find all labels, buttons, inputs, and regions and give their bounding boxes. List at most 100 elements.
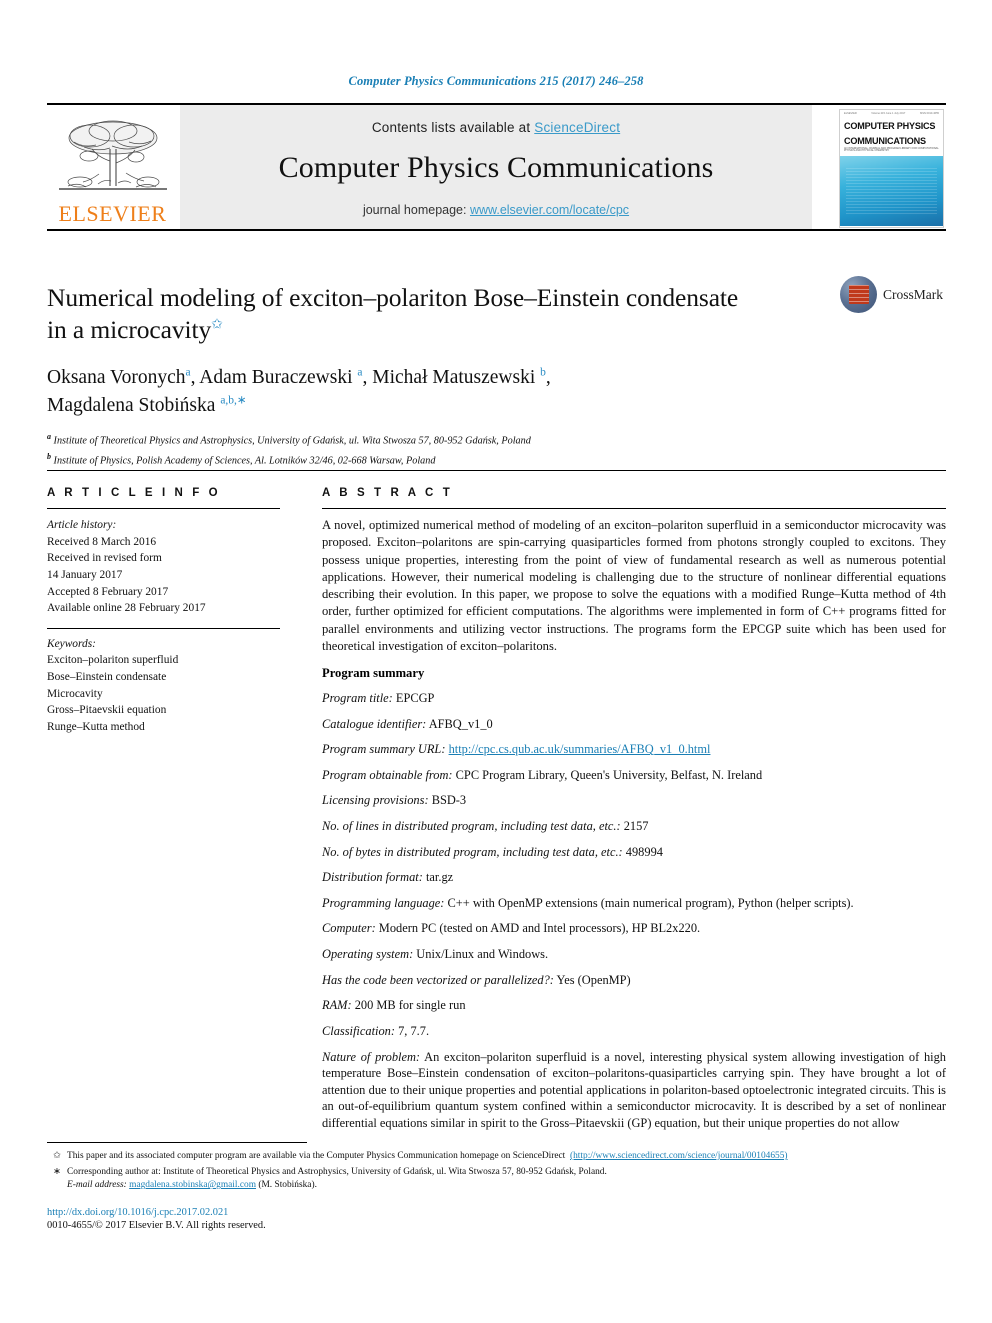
program-summary-value: 200 MB for single run [351, 998, 466, 1013]
program-summary-item: RAM: 200 MB for single run [322, 997, 946, 1014]
program-summary-label: Distribution format: [322, 870, 423, 885]
program-summary-label: Nature of problem: [322, 1049, 421, 1064]
program-summary-label: Operating system: [322, 947, 414, 962]
program-summary-value: Unix/Linux and Windows. [413, 947, 549, 962]
program-summary-value: 2157 [620, 819, 649, 834]
program-summary-label: Program summary URL: [322, 742, 446, 757]
crossmark-icon [840, 276, 877, 313]
contents-available-line: Contents lists available at ScienceDirec… [372, 120, 620, 135]
copyright-line: 0010-4655/© 2017 Elsevier B.V. All right… [47, 1219, 266, 1231]
program-summary-label: RAM: [322, 998, 352, 1013]
program-summary-label: Classification: [322, 1023, 395, 1038]
contents-prefix: Contents lists available at [371, 119, 535, 135]
keywords-rule [47, 627, 280, 629]
program-summary-item: Program title: EPCGP [322, 690, 946, 707]
crossmark-badge[interactable]: CrossMark [840, 276, 952, 313]
cover-tiny-left: ELSEVIER [844, 112, 857, 115]
program-summary-label: No. of bytes in distributed program, inc… [322, 844, 623, 859]
program-summary-value: Yes (OpenMP) [553, 972, 631, 987]
keyword-0: Exciton–polariton superfluid [47, 654, 179, 667]
program-summary-value: BSD-3 [428, 793, 467, 808]
article-info-heading: A R T I C L E I N F O [47, 487, 221, 499]
program-summary-item: Program summary URL: http://cpc.cs.qub.a… [322, 741, 946, 758]
title-footnote-mark[interactable]: ✩ [211, 318, 223, 333]
program-summary-item: Program obtainable from: CPC Program Lib… [322, 767, 946, 784]
program-summary-label: Catalogue identifier: [322, 716, 427, 731]
cover-tiny-line: ELSEVIER Volume 215 June 1 July 2017 ISS… [844, 112, 939, 116]
abstract-column: A B S T R A C T A novel, optimized numer… [322, 487, 946, 1141]
email-suffix: (M. Stobińska). [256, 1180, 317, 1191]
cover-title-line1: COMPUTER PHYSICS [844, 120, 936, 131]
journal-homepage-line: journal homepage: www.elsevier.com/locat… [363, 203, 629, 217]
email-link[interactable]: magdalena.stobinska@gmail.com [129, 1180, 256, 1190]
program-summary-item: No. of lines in distributed program, inc… [322, 818, 946, 835]
elsevier-logo: ELSEVIER [49, 111, 176, 225]
journal-cover-thumbnail: ELSEVIER Volume 215 June 1 July 2017 ISS… [839, 109, 944, 228]
article-info-rule [47, 508, 280, 509]
program-summary-value: AFBQ_v1_0 [426, 716, 493, 731]
program-summary-item: Catalogue identifier: AFBQ_v1_0 [322, 716, 946, 733]
doi-link[interactable]: http://dx.doi.org/10.1016/j.cpc.2017.02.… [47, 1207, 946, 1218]
program-summary-label: Has the code been vectorized or parallel… [322, 972, 554, 987]
affiliation-b-text: Institute of Physics, Polish Academy of … [53, 454, 436, 466]
elsevier-wordmark: ELSEVIER [58, 201, 167, 226]
page-title: Numerical modeling of exciton–polariton … [47, 282, 837, 346]
article-title-block: Numerical modeling of exciton–polariton … [47, 282, 837, 468]
journal-masthead: ELSEVIER Contents lists available at Sci… [47, 103, 946, 231]
program-summary-label: No. of lines in distributed program, inc… [322, 819, 621, 834]
keywords-label: Keywords: [47, 637, 96, 650]
homepage-prefix: journal homepage: [362, 202, 470, 217]
elsevier-tree-icon [58, 120, 167, 190]
affiliation-a: a Institute of Theoretical Physics and A… [47, 431, 531, 447]
journal-title: Computer Physics Communications [278, 150, 714, 184]
footnote-2-text: Corresponding author at: Institute of Th… [67, 1166, 607, 1177]
program-summary-item: Classification: 7, 7.7. [322, 1023, 946, 1040]
program-summary-item: Distribution format: tar.gz [322, 869, 946, 886]
abstract-text: A novel, optimized numerical method of m… [322, 518, 946, 653]
journal-homepage-link[interactable]: www.elsevier.com/locate/cpc [470, 203, 629, 217]
program-summary-value: CPC Program Library, Queen's University,… [452, 767, 763, 782]
program-summary-value: 498994 [622, 844, 663, 859]
abstract-heading: A B S T R A C T [322, 487, 453, 499]
program-summary-item: No. of bytes in distributed program, inc… [322, 844, 946, 861]
article-history-2: 14 January 2017 [47, 568, 123, 581]
paper-page: Computer Physics Communications 215 (201… [0, 0, 992, 1323]
program-summary-label: Program title: [322, 691, 393, 705]
section-divider [47, 470, 946, 471]
cover-top: ELSEVIER Volume 215 June 1 July 2017 ISS… [840, 110, 943, 156]
program-summary-value: 7, 7.7. [394, 1023, 430, 1038]
keyword-1: Bose–Einstein condensate [47, 671, 167, 684]
author-list: Oksana Voronycha, Adam Buraczewski a, Mi… [47, 366, 551, 416]
program-summary-label: Program obtainable from: [322, 767, 453, 782]
program-summary-item: Licensing provisions: BSD-3 [322, 792, 946, 809]
program-summary-item: Computer: Modern PC (tested on AMD and I… [322, 920, 946, 937]
cover-title-line2: COMMUNICATIONS [844, 135, 926, 146]
footnote-2-mark: ∗ [53, 1166, 61, 1177]
article-history-label: Article history: [47, 519, 117, 531]
sciencedirect-link[interactable]: ScienceDirect [534, 120, 620, 135]
footnote-1-text: This paper and its associated computer p… [67, 1151, 566, 1161]
crossmark-label: CrossMark [883, 286, 943, 302]
program-summary-value: Modern PC (tested on AMD and Intel proce… [375, 921, 701, 936]
email-label: E-mail address: [67, 1180, 127, 1191]
keyword-4: Runge–Kutta method [47, 721, 145, 734]
page-footer: ✩ This paper and its associated computer… [47, 1142, 946, 1231]
footnote-1-link[interactable]: (http://www.sciencedirect.com/science/jo… [570, 1151, 788, 1161]
program-summary-url-link[interactable]: http://cpc.cs.qub.ac.uk/summaries/AFBQ_v… [449, 742, 711, 756]
abstract-rule [322, 508, 946, 509]
article-info-column: A R T I C L E I N F O Article history: R… [47, 487, 280, 736]
program-summary-item: Programming language: C++ with OpenMP ex… [322, 895, 946, 912]
keyword-3: Gross–Pitaevskii equation [47, 704, 167, 717]
cover-subtitle: AN INTERNATIONAL JOURNAL AND PROGRAM LIB… [844, 146, 939, 153]
program-summary-value: tar.gz [422, 870, 454, 885]
cover-tiny-center: Volume 215 June 1 July 2017 [871, 112, 906, 115]
footnote-2: ∗ Corresponding author at: Institute of … [47, 1166, 946, 1193]
masthead-center: Contents lists available at ScienceDirec… [180, 105, 812, 229]
title-line-2: in a microcavity [47, 315, 212, 345]
program-summary-label: Programming language: [322, 895, 445, 910]
footnote-rule [47, 1142, 307, 1143]
cover-tiny-right: ISSN 0010-4655 [919, 112, 939, 115]
program-summary-heading: Program summary [322, 666, 425, 680]
running-head: Computer Physics Communications 215 (201… [348, 74, 644, 88]
program-summary-item: Operating system: Unix/Linux and Windows… [322, 946, 946, 963]
